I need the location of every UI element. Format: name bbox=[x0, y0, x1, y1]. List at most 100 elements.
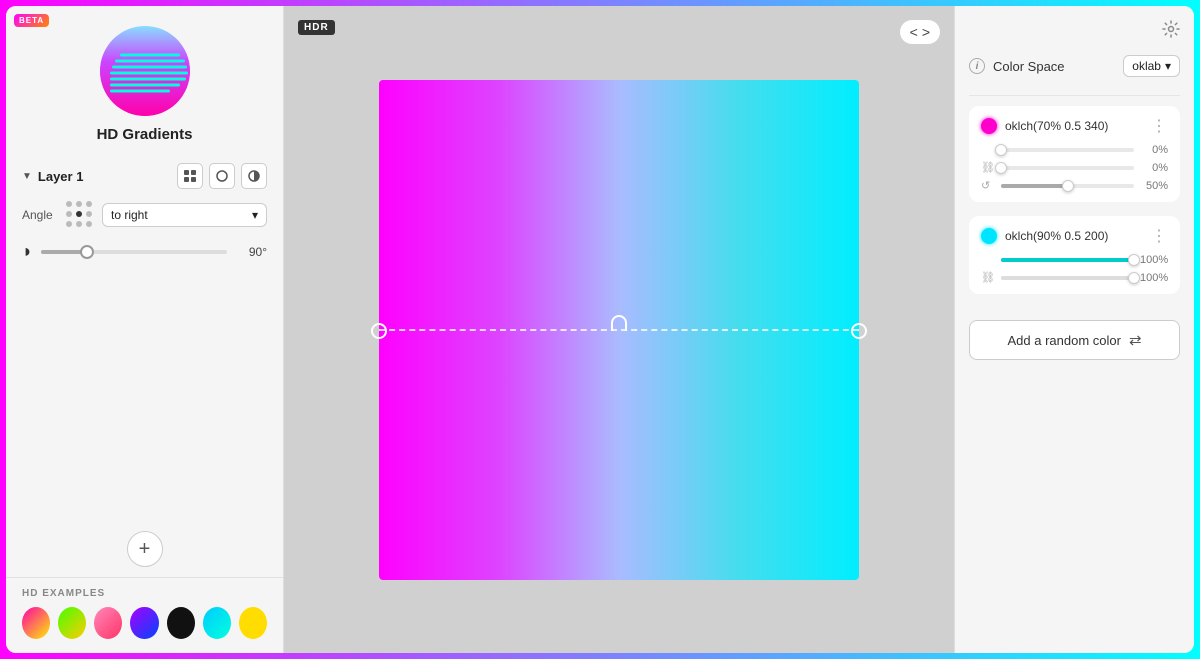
add-random-label: Add a random color bbox=[1007, 333, 1120, 348]
slider-track-1b[interactable] bbox=[1001, 166, 1134, 170]
angle-slider-row: ◗ 90° bbox=[22, 241, 267, 262]
app-logo bbox=[100, 26, 190, 116]
info-icon[interactable]: i bbox=[969, 58, 985, 74]
dot bbox=[86, 221, 92, 227]
pct-label-2a: 100% bbox=[1140, 254, 1168, 266]
color-space-value: oklab bbox=[1132, 59, 1161, 73]
moon-icon bbox=[247, 169, 261, 183]
chevron-down-icon: ▾ bbox=[1165, 59, 1171, 73]
color-stop-card-1: oklch(70% 0.5 340) ⋮ 0% ⛓ 0% bbox=[969, 106, 1180, 202]
example-swatch-7[interactable] bbox=[239, 607, 267, 639]
app-container: BETA HD Gradients ▼ bbox=[6, 6, 1194, 653]
dot bbox=[86, 211, 92, 217]
layer-icons bbox=[177, 163, 267, 189]
nav-button[interactable]: < > bbox=[900, 20, 940, 44]
color-dot-2[interactable] bbox=[981, 228, 997, 244]
slider-track-2a[interactable] bbox=[1001, 258, 1134, 262]
link-icon-1b: ⛓ bbox=[981, 161, 995, 174]
example-swatch-6[interactable] bbox=[203, 607, 231, 639]
circle-icon-btn[interactable] bbox=[209, 163, 235, 189]
moon-icon-btn[interactable] bbox=[241, 163, 267, 189]
angle-label: Angle bbox=[22, 208, 58, 222]
pct-label-mid: 50% bbox=[1140, 180, 1168, 192]
color-dot-1[interactable] bbox=[981, 118, 997, 134]
direction-dots[interactable] bbox=[66, 201, 94, 229]
example-swatch-2[interactable] bbox=[58, 607, 86, 639]
midpoint-handle[interactable] bbox=[611, 315, 627, 331]
collapse-triangle[interactable]: ▼ bbox=[22, 171, 32, 182]
add-random-button[interactable]: Add a random color ⇄ bbox=[969, 320, 1180, 360]
example-swatch-4[interactable] bbox=[130, 607, 158, 639]
angle-value: 90° bbox=[235, 245, 267, 259]
add-stop-button[interactable]: + bbox=[127, 531, 163, 567]
left-panel: BETA HD Gradients ▼ bbox=[6, 6, 284, 653]
slider-track-mid[interactable] bbox=[1001, 184, 1134, 188]
more-button-1[interactable]: ⋮ bbox=[1151, 116, 1168, 136]
gear-icon bbox=[1162, 20, 1180, 38]
right-panel: i Color Space oklab ▾ oklch(70% 0.5 340)… bbox=[954, 6, 1194, 653]
slider-track-2b[interactable] bbox=[1001, 276, 1134, 280]
dot bbox=[76, 201, 82, 207]
logo-line bbox=[110, 83, 180, 86]
layer-header: ▼ Layer 1 bbox=[22, 163, 267, 189]
gradient-canvas[interactable] bbox=[379, 80, 859, 580]
logo-line bbox=[120, 53, 180, 56]
example-swatch-3[interactable] bbox=[94, 607, 122, 639]
beta-badge: BETA bbox=[14, 14, 49, 27]
logo-line bbox=[110, 71, 188, 74]
color-stop-header-1: oklch(70% 0.5 340) ⋮ bbox=[981, 116, 1168, 136]
angle-row: Angle to right ▾ bbox=[22, 201, 267, 229]
link-icon-2b: ⛓ bbox=[981, 271, 995, 284]
slider-track-1a[interactable] bbox=[1001, 148, 1134, 152]
logo-line bbox=[110, 77, 186, 80]
hd-examples-section: HD EXAMPLES bbox=[6, 577, 283, 653]
angle-icon: ◗ bbox=[22, 241, 33, 262]
dot bbox=[66, 201, 72, 207]
color-stop-left[interactable] bbox=[371, 323, 387, 339]
shuffle-icon: ⇄ bbox=[1129, 331, 1142, 349]
examples-row bbox=[22, 607, 267, 639]
layer-section: ▼ Layer 1 bbox=[6, 153, 283, 521]
more-button-2[interactable]: ⋮ bbox=[1151, 226, 1168, 246]
chevron-down-icon: ▾ bbox=[252, 208, 258, 222]
logo-line bbox=[112, 65, 187, 68]
hd-examples-label: HD EXAMPLES bbox=[22, 588, 267, 599]
angle-slider-track[interactable] bbox=[41, 250, 227, 254]
dot bbox=[66, 211, 72, 217]
dot bbox=[86, 201, 92, 207]
color-stop-right[interactable] bbox=[851, 323, 867, 339]
color-value-2: oklch(90% 0.5 200) bbox=[1005, 229, 1143, 243]
example-swatch-1[interactable] bbox=[22, 607, 50, 639]
layer-title-row: ▼ Layer 1 bbox=[22, 169, 83, 184]
grid-icon-btn[interactable] bbox=[177, 163, 203, 189]
pct-label-2b: 100% bbox=[1140, 272, 1168, 284]
logo-line bbox=[110, 89, 170, 92]
chevron-right-icon: > bbox=[922, 24, 930, 40]
color-value-1: oklch(70% 0.5 340) bbox=[1005, 119, 1143, 133]
pct-label-1b: 0% bbox=[1140, 162, 1168, 174]
example-swatch-5[interactable] bbox=[167, 607, 195, 639]
add-stop-area: + bbox=[6, 521, 283, 577]
circle-icon bbox=[215, 169, 229, 183]
dot bbox=[76, 221, 82, 227]
direction-select[interactable]: to right ▾ bbox=[102, 203, 267, 227]
pct-label-1a: 0% bbox=[1140, 144, 1168, 156]
grid-icon bbox=[183, 169, 197, 183]
dot-active bbox=[76, 211, 82, 217]
app-title: HD Gradients bbox=[97, 126, 193, 143]
hdr-badge: HDR bbox=[298, 20, 335, 35]
right-top bbox=[969, 20, 1180, 43]
logo-line bbox=[115, 59, 185, 62]
settings-button[interactable] bbox=[1162, 20, 1180, 43]
gradient-canvas-area: HDR < > bbox=[284, 6, 954, 653]
divider bbox=[969, 95, 1180, 96]
chevron-left-icon: < bbox=[910, 24, 918, 40]
logo-area: HD Gradients bbox=[6, 6, 283, 153]
dot bbox=[66, 221, 72, 227]
color-stop-header-2: oklch(90% 0.5 200) ⋮ bbox=[981, 226, 1168, 246]
color-space-row: i Color Space oklab ▾ bbox=[969, 55, 1180, 77]
color-space-label: Color Space bbox=[993, 59, 1115, 74]
color-space-select[interactable]: oklab ▾ bbox=[1123, 55, 1180, 77]
gradient-line bbox=[379, 329, 859, 331]
color-stop-card-2: oklch(90% 0.5 200) ⋮ 100% ⛓ 100% bbox=[969, 216, 1180, 294]
